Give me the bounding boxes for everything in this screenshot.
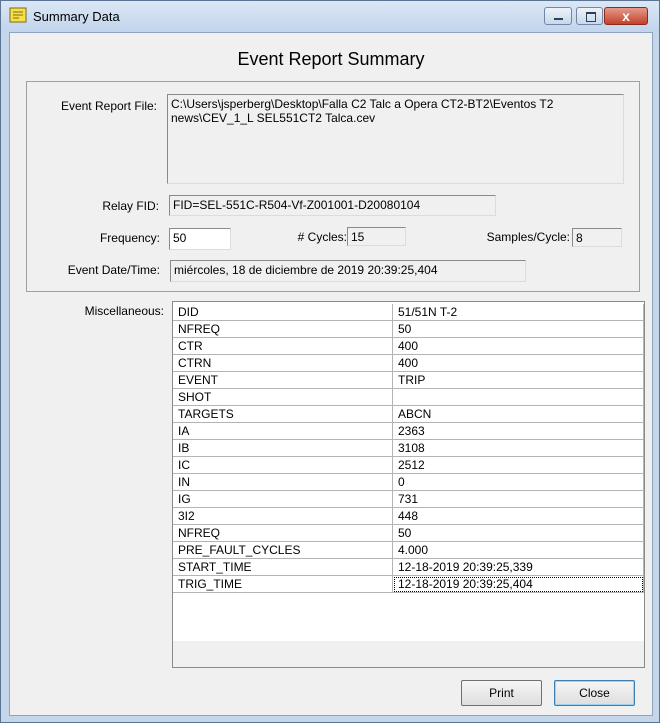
miscellaneous-table-body: DID 51/51N T-2 NFREQ 50 CTR 400 CTRN 400 EVENT TR… (173, 302, 644, 641)
table-row[interactable]: IB 3108 (173, 440, 644, 457)
table-cell-value: 50 (393, 321, 644, 338)
table-cell-key: SHOT (173, 389, 393, 406)
minimize-button[interactable] (544, 7, 572, 25)
table-cell-value: 400 (393, 338, 644, 355)
window-title: Summary Data (33, 9, 120, 24)
samples-per-cycle-label: Samples/Cycle: (486, 230, 570, 244)
table-row[interactable]: TARGETS ABCN (173, 406, 644, 423)
table-cell-key: EVENT (173, 372, 393, 389)
table-row[interactable]: NFREQ 50 (173, 525, 644, 542)
table-cell-key: IA (173, 423, 393, 440)
table-row[interactable]: IA 2363 (173, 423, 644, 440)
table-cell-value: 12-18-2019 20:39:25,339 (393, 559, 644, 576)
table-cell-key: 3I2 (173, 508, 393, 525)
table-row[interactable]: IG 731 (173, 491, 644, 508)
table-cell-key: CTR (173, 338, 393, 355)
event-datetime-field[interactable]: miércoles, 18 de diciembre de 2019 20:39… (170, 260, 526, 282)
table-row[interactable]: CTR 400 (173, 338, 644, 355)
table-cell-key: DID (173, 304, 393, 321)
table-cell-key: CTRN (173, 355, 393, 372)
table-cell-key: IC (173, 457, 393, 474)
event-report-file-field[interactable]: C:\Users\jsperberg\Desktop\Falla C2 Talc… (167, 94, 624, 184)
table-cell-value: 731 (393, 491, 644, 508)
relay-fid-label: Relay FID: (102, 199, 159, 213)
table-cell-value: 4.000 (393, 542, 644, 559)
summary-data-window: Summary Data x Event Report Summary Even… (0, 0, 660, 723)
table-cell-key: START_TIME (173, 559, 393, 576)
table-cell-value: 51/51N T-2 (393, 304, 644, 321)
table-cell-key: TRIG_TIME (173, 576, 393, 593)
table-cell-value: 0 (393, 474, 644, 491)
table-row[interactable]: PRE_FAULT_CYCLES 4.000 (173, 542, 644, 559)
table-row[interactable]: NFREQ 50 (173, 321, 644, 338)
table-row[interactable]: TRIG_TIME 12-18-2019 20:39:25,404 (173, 576, 644, 593)
event-report-file-label: Event Report File: (60, 99, 157, 113)
table-cell-key: TARGETS (173, 406, 393, 423)
table-row[interactable]: IN 0 (173, 474, 644, 491)
table-cell-key: IN (173, 474, 393, 491)
notepad-icon (9, 7, 27, 23)
table-row[interactable]: CTRN 400 (173, 355, 644, 372)
relay-fid-field[interactable]: FID=SEL-551C-R504-Vf-Z001001-D20080104 (169, 195, 496, 216)
table-cell-key: IG (173, 491, 393, 508)
table-cell-value: 50 (393, 525, 644, 542)
cycles-field[interactable]: 15 (347, 227, 406, 246)
table-cell-value: 448 (393, 508, 644, 525)
close-window-button[interactable]: x (604, 7, 648, 25)
table-row[interactable]: SHOT (173, 389, 644, 406)
table-row[interactable]: DID 51/51N T-2 (173, 304, 644, 321)
maximize-button[interactable] (576, 7, 603, 25)
table-cell-value (393, 389, 644, 406)
title-bar[interactable]: Summary Data x (1, 1, 659, 31)
table-row[interactable]: EVENT TRIP (173, 372, 644, 389)
table-cell-key: PRE_FAULT_CYCLES (173, 542, 393, 559)
table-cell-value: 2512 (393, 457, 644, 474)
miscellaneous-label: Miscellaneous: (84, 304, 164, 318)
close-button[interactable]: Close (554, 680, 635, 706)
frequency-field[interactable]: 50 (169, 228, 231, 250)
cycles-label: # Cycles: (297, 230, 347, 244)
table-cell-key: IB (173, 440, 393, 457)
table-cell-value: TRIP (393, 372, 644, 389)
table-cell-value: 3108 (393, 440, 644, 457)
table-cell-key: NFREQ (173, 525, 393, 542)
table-cell-value: 12-18-2019 20:39:25,404 (393, 576, 644, 593)
table-cell-key: NFREQ (173, 321, 393, 338)
close-icon: x (622, 8, 630, 24)
table-cell-value: 400 (393, 355, 644, 372)
samples-per-cycle-field[interactable]: 8 (572, 228, 622, 247)
table-row[interactable]: 3I2 448 (173, 508, 644, 525)
event-datetime-label: Event Date/Time: (67, 263, 160, 277)
dialog-client-area: Event Report Summary Event Report File: … (9, 32, 653, 716)
table-row[interactable]: START_TIME 12-18-2019 20:39:25,339 (173, 559, 644, 576)
frequency-label: Frequency: (99, 231, 160, 245)
table-row[interactable]: IC 2512 (173, 457, 644, 474)
page-title: Event Report Summary (237, 49, 425, 69)
miscellaneous-table[interactable]: DID 51/51N T-2 NFREQ 50 CTR 400 CTRN 400 EVENT TR… (172, 301, 645, 668)
table-cell-value: ABCN (393, 406, 644, 423)
table-cell-value: 2363 (393, 423, 644, 440)
print-button[interactable]: Print (461, 680, 542, 706)
